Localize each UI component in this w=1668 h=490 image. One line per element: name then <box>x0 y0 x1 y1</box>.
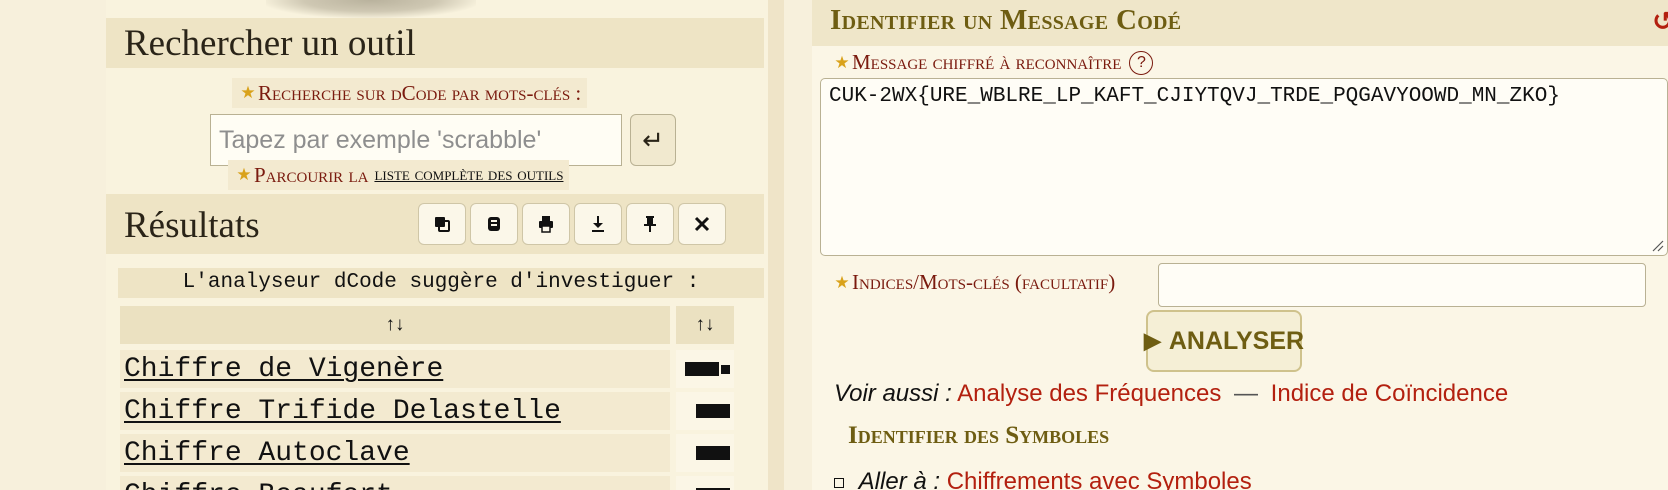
see-also-label: Voir aussi : <box>834 380 952 407</box>
bullet-square-icon <box>834 477 844 488</box>
table-row: Chiffre Trifide Delastelle <box>120 392 670 430</box>
goto-row: Aller à : Chiffrements avec Symboles <box>834 468 1252 490</box>
hints-input[interactable] <box>1158 263 1646 307</box>
play-icon: ▶ <box>1143 328 1161 353</box>
resize-handle-icon[interactable] <box>1650 238 1664 252</box>
page-title: Identifier un Message Codé <box>830 4 1182 36</box>
cipher-label: ★ Message chiffré à reconnaître ? <box>832 50 1154 75</box>
pin-icon <box>644 216 656 232</box>
download-button[interactable] <box>574 203 622 245</box>
copy-button[interactable] <box>418 203 466 245</box>
column-header-name[interactable]: ↑↓ <box>120 306 670 344</box>
print-button[interactable] <box>522 203 570 245</box>
pin-button[interactable] <box>626 203 674 245</box>
enter-icon: ↵ <box>642 124 664 155</box>
symbol-ciphers-link[interactable]: Chiffrements avec Symboles <box>947 468 1252 490</box>
star-icon: ★ <box>834 272 850 292</box>
see-also-row: Voir aussi : Analyse des Fréquences — In… <box>834 380 1508 408</box>
suggestion-text: L'analyseur dCode suggère d'investiguer … <box>118 268 764 298</box>
result-link[interactable]: Chiffre de Vigenère <box>124 354 443 385</box>
star-icon: ★ <box>236 165 252 184</box>
star-icon: ★ <box>240 83 256 102</box>
coincidence-index-link[interactable]: Indice de Coïncidence <box>1271 380 1509 407</box>
main-panel: Identifier un Message Codé ↺ ★ Message c… <box>812 0 1668 490</box>
identify-symbols-link[interactable]: Identifier des Symboles <box>848 422 1109 450</box>
tools-list-link[interactable]: liste complète des outils <box>374 164 563 186</box>
analyze-button[interactable]: ▶ ANALYSER <box>1143 310 1304 372</box>
close-icon <box>694 216 710 232</box>
browse-tools-row: ★ Parcourir la liste complète des outils <box>228 160 570 190</box>
search-input[interactable] <box>210 114 622 166</box>
search-submit-button[interactable]: ↵ <box>630 114 676 166</box>
help-icon[interactable]: ? <box>1129 50 1154 75</box>
separator: — <box>1234 380 1258 407</box>
download-icon <box>592 216 604 232</box>
table-row: Chiffre Autoclave <box>120 434 670 472</box>
cipher-textarea[interactable]: CUK-2WX{URE_WBLRE_LP_KAFT_CJIYTQVJ_TRDE_… <box>820 78 1668 256</box>
table-row: Chiffre Beaufort <box>120 476 670 490</box>
score-bar <box>676 476 734 490</box>
result-link[interactable]: Chiffre Autoclave <box>124 438 410 469</box>
hints-label: ★ Indices/Mots-clés (facultatif) <box>832 270 1115 295</box>
share-button[interactable] <box>470 203 518 245</box>
column-header-score[interactable]: ↑↓ <box>676 306 734 344</box>
result-link[interactable]: Chiffre Beaufort <box>124 480 393 490</box>
search-section-title: Rechercher un outil <box>124 23 416 64</box>
goto-label: Aller à : <box>858 468 941 490</box>
frequency-analysis-link[interactable]: Analyse des Fréquences <box>957 380 1221 407</box>
column-divider <box>768 0 784 490</box>
results-title: Résultats <box>124 205 260 246</box>
keywords-label: ★ Recherche sur dCode par mots-clés : <box>232 78 588 108</box>
print-icon <box>539 216 553 233</box>
result-link[interactable]: Chiffre Trifide Delastelle <box>124 396 561 427</box>
decorative-banner <box>266 0 476 18</box>
copy-icon <box>435 217 450 232</box>
close-results-button[interactable] <box>678 203 726 245</box>
left-panel: Rechercher un outil ★ Recherche sur dCod… <box>106 0 768 490</box>
score-bar <box>676 350 734 388</box>
refresh-icon[interactable]: ↺ <box>1652 6 1668 37</box>
score-bar <box>676 434 734 472</box>
tool-header: Identifier un Message Codé ↺ <box>812 0 1668 46</box>
scroll-icon <box>488 217 500 231</box>
score-bar <box>676 392 734 430</box>
search-section-header: Rechercher un outil <box>106 18 764 68</box>
star-icon: ★ <box>834 52 850 72</box>
table-row: Chiffre de Vigenère <box>120 350 670 388</box>
